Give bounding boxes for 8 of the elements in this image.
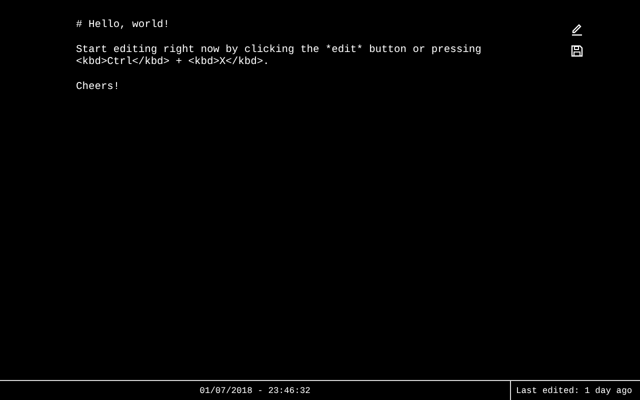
editor-text-line: Cheers! [76,81,121,94]
editor-text-line: <kbd>Ctrl</kbd> + <kbd>X</kbd>. [76,56,270,69]
save-icon[interactable] [570,44,584,58]
date-time: 01/07/2018 - 23:46:32 [200,386,310,396]
pencil-icon[interactable] [570,22,584,36]
editor-text-line: Start editing right now by clicking the *edit* button or pressing [76,44,482,56]
editor-text-line: # Hello, world! [76,19,171,32]
last-edited-status: Last edited: 1 day ago [516,386,632,396]
